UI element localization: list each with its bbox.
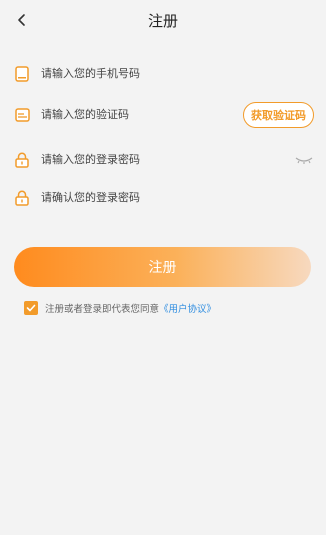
phone-input[interactable]	[39, 61, 314, 87]
register-button[interactable]: 注册	[14, 247, 311, 287]
nav-bar: 注册	[0, 0, 326, 44]
get-code-button[interactable]: 获取验证码	[243, 102, 314, 128]
check-icon	[26, 304, 36, 312]
eye-hidden-icon[interactable]	[294, 155, 314, 165]
code-row: 获取验证码	[0, 96, 326, 134]
user-agreement-link[interactable]: 《用户协议》	[159, 301, 216, 315]
agreement-checkbox[interactable]	[24, 301, 38, 315]
confirm-password-row	[0, 179, 326, 217]
page-title: 注册	[147, 12, 178, 30]
lock-icon	[13, 151, 31, 169]
password-input[interactable]	[39, 147, 294, 173]
confirm-password-input[interactable]	[39, 185, 314, 211]
message-icon	[13, 106, 31, 124]
register-form: 获取验证码	[0, 55, 326, 217]
password-row	[0, 141, 326, 179]
lock-icon	[13, 189, 31, 207]
code-input[interactable]	[39, 102, 243, 128]
phone-row	[0, 55, 326, 93]
agreement-text: 注册或者登录即代表您同意	[45, 304, 160, 315]
phone-icon	[13, 65, 31, 83]
agreement-row: 注册或者登录即代表您同意 《用户协议》	[24, 301, 216, 315]
